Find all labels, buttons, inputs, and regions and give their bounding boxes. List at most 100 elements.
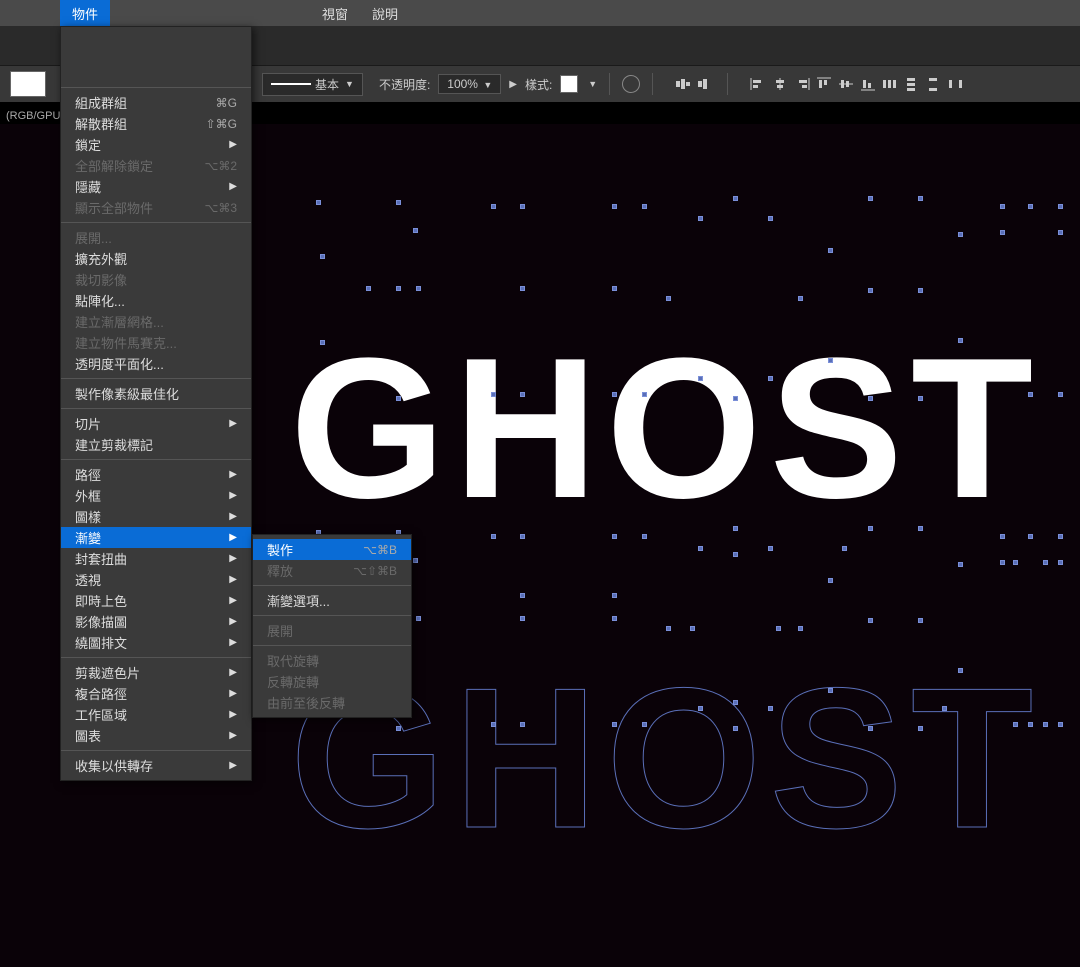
anchor-point[interactable]: [690, 626, 695, 631]
menu-item[interactable]: 外框▶: [61, 485, 251, 506]
anchor-point[interactable]: [698, 546, 703, 551]
fill-swatch[interactable]: [10, 71, 46, 97]
menu-item[interactable]: 圖表▶: [61, 725, 251, 746]
menu-object[interactable]: 物件: [60, 0, 110, 26]
menu-item[interactable]: 鎖定▶: [61, 134, 251, 155]
anchor-point[interactable]: [320, 340, 325, 345]
menu-item[interactable]: 製作⌥⌘B: [253, 539, 411, 560]
chevron-right-icon[interactable]: ▶: [509, 79, 517, 90]
menu-item[interactable]: 點陣化...: [61, 290, 251, 311]
anchor-point[interactable]: [1058, 230, 1063, 235]
anchor-point[interactable]: [958, 338, 963, 343]
anchor-point[interactable]: [776, 626, 781, 631]
anchor-point[interactable]: [698, 216, 703, 221]
anchor-point[interactable]: [520, 616, 525, 621]
anchor-point[interactable]: [958, 668, 963, 673]
anchor-point[interactable]: [316, 200, 321, 205]
anchor-point[interactable]: [733, 726, 738, 731]
anchor-point[interactable]: [1000, 560, 1005, 565]
menu-item[interactable]: 剪裁遮色片▶: [61, 662, 251, 683]
anchor-point[interactable]: [733, 700, 738, 705]
anchor-point[interactable]: [520, 722, 525, 727]
menu-item[interactable]: 漸變▶: [61, 527, 251, 548]
menu-item[interactable]: 影像描圖▶: [61, 611, 251, 632]
anchor-point[interactable]: [396, 726, 401, 731]
anchor-point[interactable]: [1000, 230, 1005, 235]
anchor-point[interactable]: [1028, 392, 1033, 397]
anchor-point[interactable]: [1000, 534, 1005, 539]
menu-item[interactable]: 即時上色▶: [61, 590, 251, 611]
menu-item[interactable]: 封套扭曲▶: [61, 548, 251, 569]
anchor-point[interactable]: [520, 286, 525, 291]
anchor-point[interactable]: [698, 706, 703, 711]
anchor-point[interactable]: [733, 196, 738, 201]
anchor-point[interactable]: [612, 593, 617, 598]
anchor-point[interactable]: [1043, 722, 1048, 727]
anchor-point[interactable]: [642, 204, 647, 209]
menu-item[interactable]: 擴充外觀: [61, 248, 251, 269]
anchor-point[interactable]: [666, 296, 671, 301]
anchor-point[interactable]: [868, 726, 873, 731]
anchor-point[interactable]: [612, 286, 617, 291]
ghost-solid-text[interactable]: GHOST: [290, 314, 1041, 544]
anchor-point[interactable]: [1043, 560, 1048, 565]
anchor-point[interactable]: [958, 562, 963, 567]
anchor-point[interactable]: [868, 618, 873, 623]
anchor-point[interactable]: [612, 204, 617, 209]
anchor-point[interactable]: [828, 578, 833, 583]
align-bottom-icon[interactable]: [858, 75, 878, 93]
anchor-point[interactable]: [642, 392, 647, 397]
anchor-point[interactable]: [733, 552, 738, 557]
anchor-point[interactable]: [733, 396, 738, 401]
anchor-point[interactable]: [413, 228, 418, 233]
anchor-point[interactable]: [918, 618, 923, 623]
anchor-point[interactable]: [413, 558, 418, 563]
menu-item[interactable]: 收集以供轉存▶: [61, 755, 251, 776]
anchor-point[interactable]: [768, 216, 773, 221]
anchor-point[interactable]: [828, 248, 833, 253]
anchor-point[interactable]: [520, 593, 525, 598]
anchor-point[interactable]: [768, 546, 773, 551]
menu-help[interactable]: 說明: [360, 0, 410, 26]
anchor-point[interactable]: [1058, 392, 1063, 397]
menu-item[interactable]: 透明度平面化...: [61, 353, 251, 374]
anchor-point[interactable]: [1000, 204, 1005, 209]
anchor-point[interactable]: [1028, 722, 1033, 727]
anchor-point[interactable]: [918, 526, 923, 531]
menu-item[interactable]: 製作像素級最佳化: [61, 383, 251, 404]
anchor-point[interactable]: [612, 534, 617, 539]
globe-icon[interactable]: [622, 75, 640, 93]
anchor-point[interactable]: [1058, 722, 1063, 727]
anchor-point[interactable]: [416, 286, 421, 291]
align-vcenter-icon[interactable]: [836, 75, 856, 93]
menu-item[interactable]: 漸變選項...: [253, 590, 411, 611]
anchor-point[interactable]: [768, 706, 773, 711]
anchor-point[interactable]: [491, 534, 496, 539]
distribute-h-icon[interactable]: [880, 75, 900, 93]
anchor-point[interactable]: [768, 376, 773, 381]
anchor-point[interactable]: [666, 626, 671, 631]
distribute-icon[interactable]: [946, 75, 966, 93]
anchor-point[interactable]: [958, 232, 963, 237]
anchor-point[interactable]: [918, 726, 923, 731]
anchor-point[interactable]: [612, 616, 617, 621]
anchor-point[interactable]: [828, 688, 833, 693]
menu-item[interactable]: 切片▶: [61, 413, 251, 434]
align-hcenter-icon[interactable]: [770, 75, 790, 93]
anchor-point[interactable]: [491, 722, 496, 727]
anchor-point[interactable]: [868, 396, 873, 401]
anchor-point[interactable]: [520, 392, 525, 397]
anchor-point[interactable]: [868, 288, 873, 293]
anchor-point[interactable]: [1013, 560, 1018, 565]
menu-item[interactable]: 隱藏▶: [61, 176, 251, 197]
anchor-point[interactable]: [520, 204, 525, 209]
anchor-point[interactable]: [918, 196, 923, 201]
menu-item[interactable]: 路徑▶: [61, 464, 251, 485]
anchor-point[interactable]: [366, 286, 371, 291]
menu-item[interactable]: 解散群組⇧⌘G: [61, 113, 251, 134]
anchor-point[interactable]: [642, 534, 647, 539]
anchor-point[interactable]: [1028, 534, 1033, 539]
anchor-point[interactable]: [698, 376, 703, 381]
anchor-point[interactable]: [942, 706, 947, 711]
anchor-point[interactable]: [798, 296, 803, 301]
